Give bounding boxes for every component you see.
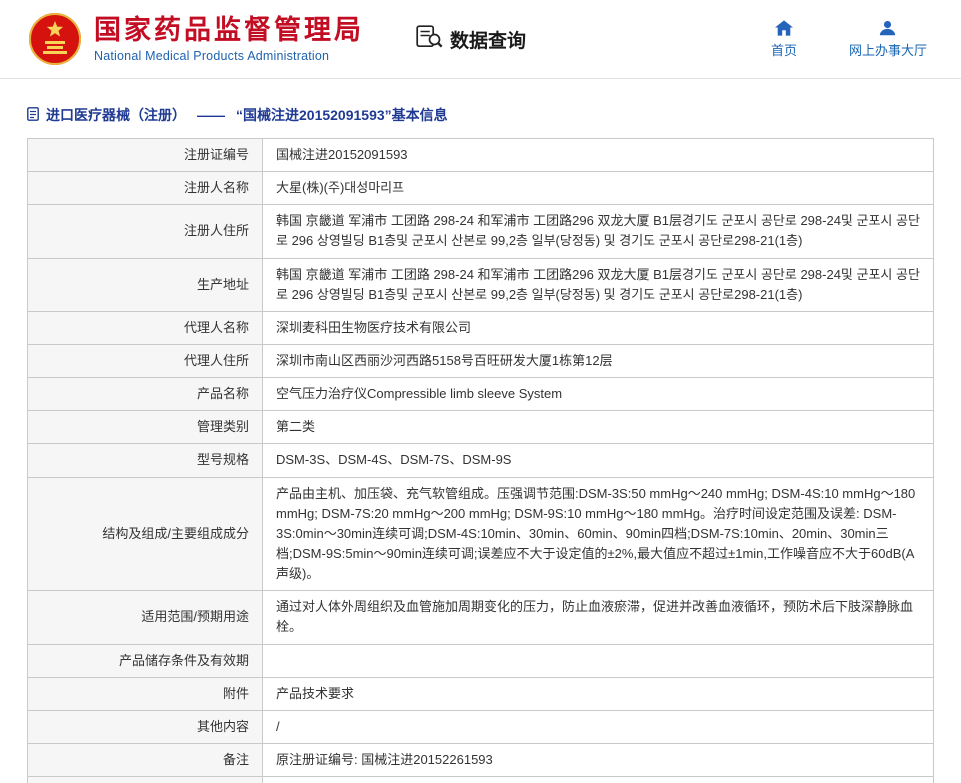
- row-label: 产品储存条件及有效期: [28, 644, 263, 677]
- row-label: 附件: [28, 677, 263, 710]
- registration-table-body: 注册证编号 国械注进20152091593 注册人名称 大星(株)(주)대성마리…: [28, 139, 934, 783]
- row-label: 代理人名称: [28, 311, 263, 344]
- data-query-icon: [416, 25, 443, 54]
- row-value: 通过对人体外周组织及血管施加周期变化的压力，防止血液瘀滞，促进并改善血液循环，预…: [263, 591, 934, 644]
- row-value: 国家药品监督管理局: [263, 777, 934, 783]
- page-title: 进口医疗器械（注册） —— “国械注进20152091593”基本信息: [0, 79, 961, 138]
- table-row: 注册人名称 大星(株)(주)대성마리프: [28, 172, 934, 205]
- row-label: 产品名称: [28, 378, 263, 411]
- row-value: 第二类: [263, 411, 934, 444]
- nav-service-hall-label: 网上办事大厅: [849, 40, 927, 59]
- nav-home[interactable]: 首页: [771, 19, 797, 59]
- row-value: /: [263, 710, 934, 743]
- table-row: 审批部门 国家药品监督管理局: [28, 777, 934, 783]
- document-icon: [27, 107, 39, 124]
- row-value: 深圳麦科田生物医疗技术有限公司: [263, 311, 934, 344]
- row-value: 国械注进20152091593: [263, 139, 934, 172]
- page-title-text: “国械注进20152091593”基本信息: [236, 105, 448, 125]
- row-value: 空气压力治疗仪Compressible limb sleeve System: [263, 378, 934, 411]
- row-value: 产品由主机、加压袋、充气软管组成。压强调节范围:DSM-3S:50 mmHg～2…: [263, 477, 934, 591]
- row-label: 注册人住所: [28, 205, 263, 258]
- row-value: 深圳市南山区西丽沙河西路5158号百旺研发大厦1栋第12层: [263, 344, 934, 377]
- row-value: DSM-3S、DSM-4S、DSM-7S、DSM-9S: [263, 444, 934, 477]
- org-name-cn: 国家药品监督管理局: [94, 15, 364, 46]
- home-icon: [775, 19, 793, 36]
- row-value: 原注册证编号: 国械注进20152261593: [263, 743, 934, 776]
- row-label: 代理人住所: [28, 344, 263, 377]
- page-title-section: 进口医疗器械（注册）: [46, 105, 186, 125]
- row-label: 适用范围/预期用途: [28, 591, 263, 644]
- table-row: 代理人名称 深圳麦科田生物医疗技术有限公司: [28, 311, 934, 344]
- table-row: 其他内容 /: [28, 710, 934, 743]
- org-names: 国家药品监督管理局 National Medical Products Admi…: [94, 15, 364, 63]
- row-value: 韩国 京畿道 军浦市 工团路 298-24 和军浦市 工团路296 双龙大厦 B…: [263, 205, 934, 258]
- row-label: 审批部门: [28, 777, 263, 783]
- registration-info-table: 注册证编号 国械注进20152091593 注册人名称 大星(株)(주)대성마리…: [27, 138, 934, 783]
- row-label: 注册人名称: [28, 172, 263, 205]
- nmpa-logo: 国家药品监督管理局 National Medical Products Admi…: [28, 12, 364, 66]
- nav-home-label: 首页: [771, 40, 797, 59]
- table-row: 型号规格 DSM-3S、DSM-4S、DSM-7S、DSM-9S: [28, 444, 934, 477]
- table-row: 附件 产品技术要求: [28, 677, 934, 710]
- table-row: 注册证编号 国械注进20152091593: [28, 139, 934, 172]
- national-emblem-icon: [28, 12, 82, 66]
- site-header: 国家药品监督管理局 National Medical Products Admi…: [0, 0, 961, 79]
- row-value: 产品技术要求: [263, 677, 934, 710]
- row-label: 结构及组成/主要组成成分: [28, 477, 263, 591]
- page-title-separator: ——: [197, 107, 225, 123]
- table-row: 生产地址 韩国 京畿道 军浦市 工团路 298-24 和军浦市 工团路296 双…: [28, 258, 934, 311]
- table-row: 注册人住所 韩国 京畿道 军浦市 工团路 298-24 和军浦市 工团路296 …: [28, 205, 934, 258]
- row-value: 大星(株)(주)대성마리프: [263, 172, 934, 205]
- table-row: 产品储存条件及有效期: [28, 644, 934, 677]
- row-value: [263, 644, 934, 677]
- row-label: 注册证编号: [28, 139, 263, 172]
- data-query-link[interactable]: 数据查询: [416, 25, 526, 54]
- table-row: 备注 原注册证编号: 国械注进20152261593: [28, 743, 934, 776]
- table-row: 代理人住所 深圳市南山区西丽沙河西路5158号百旺研发大厦1栋第12层: [28, 344, 934, 377]
- data-query-label: 数据查询: [450, 26, 526, 53]
- table-row: 适用范围/预期用途 通过对人体外周组织及血管施加周期变化的压力，防止血液瘀滞，促…: [28, 591, 934, 644]
- row-value: 韩国 京畿道 军浦市 工团路 298-24 和军浦市 工团路296 双龙大厦 B…: [263, 258, 934, 311]
- row-label: 备注: [28, 743, 263, 776]
- table-row: 产品名称 空气压力治疗仪Compressible limb sleeve Sys…: [28, 378, 934, 411]
- row-label: 生产地址: [28, 258, 263, 311]
- user-icon: [879, 19, 896, 36]
- table-row: 管理类别 第二类: [28, 411, 934, 444]
- nav-service-hall[interactable]: 网上办事大厅: [849, 19, 927, 59]
- table-row: 结构及组成/主要组成成分 产品由主机、加压袋、充气软管组成。压强调节范围:DSM…: [28, 477, 934, 591]
- row-label: 管理类别: [28, 411, 263, 444]
- org-name-en: National Medical Products Administration: [94, 49, 364, 63]
- top-nav: 首页 网上办事大厅: [771, 19, 933, 59]
- row-label: 型号规格: [28, 444, 263, 477]
- row-label: 其他内容: [28, 710, 263, 743]
